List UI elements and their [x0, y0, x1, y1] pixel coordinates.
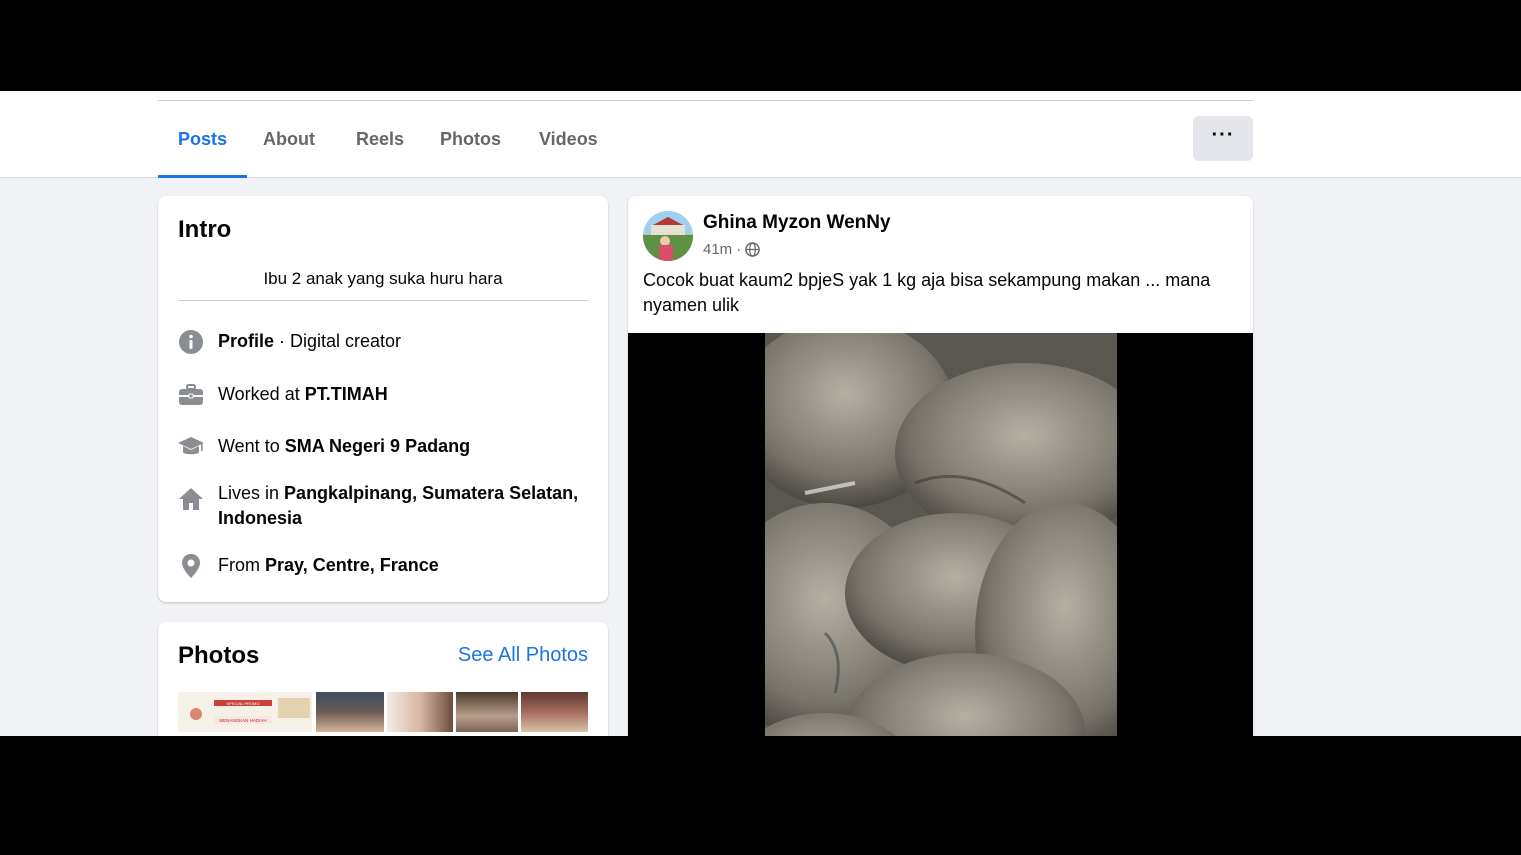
home-icon — [178, 486, 204, 512]
photo-thumbnail[interactable]: SPECIAL PROMO MENANGKAN HADIAH — [178, 692, 312, 732]
hometown-prefix: From — [218, 555, 265, 575]
tab-about[interactable]: About — [243, 101, 335, 177]
info-icon — [178, 329, 204, 355]
post-timestamp[interactable]: 41m — [703, 241, 732, 258]
intro-card: Intro Ibu 2 anak yang suka huru hara Pro… — [158, 196, 608, 602]
promo-thumb-text-1: SPECIAL PROMO — [227, 701, 260, 706]
tab-posts[interactable]: Posts — [158, 101, 248, 178]
profile-tab-bar: Posts About Reels Photos Videos ··· — [0, 91, 1521, 178]
see-all-photos-link[interactable]: See All Photos — [458, 644, 588, 667]
education-prefix: Went to — [218, 436, 285, 456]
photo-thumbnail[interactable] — [316, 692, 384, 732]
video-frame — [765, 333, 1117, 736]
intro-title: Intro — [178, 216, 232, 243]
profile-label[interactable]: Profile — [218, 331, 274, 351]
profile-page: Posts About Reels Photos Videos ··· Intr… — [0, 91, 1521, 736]
post-meta: 41m · — [703, 241, 760, 258]
tab-reels[interactable]: Reels — [336, 101, 424, 177]
post-card: Ghina Myzon WenNy 41m · Cocok buat kaum2… — [628, 196, 1253, 736]
more-options-button[interactable]: ··· — [1193, 116, 1253, 161]
post-author-name[interactable]: Ghina Myzon WenNy — [703, 212, 891, 234]
intro-divider — [178, 300, 588, 301]
photos-title: Photos — [178, 642, 260, 669]
meta-separator: · — [736, 241, 742, 258]
tab-photos[interactable]: Photos — [420, 101, 521, 177]
photo-thumbnail[interactable] — [521, 692, 588, 732]
tab-videos[interactable]: Videos — [519, 101, 618, 177]
location-pin-icon — [178, 553, 204, 579]
intro-bio: Ibu 2 anak yang suka huru hara — [263, 269, 503, 288]
work-place[interactable]: PT.TIMAH — [305, 384, 388, 404]
promo-thumb-text-2: MENANGKAN HADIAH — [219, 718, 266, 723]
globe-icon — [745, 242, 760, 257]
residence-prefix: Lives in — [218, 483, 285, 503]
more-horizontal-icon: ··· — [1211, 123, 1235, 146]
profile-category: · Digital creator — [274, 331, 402, 351]
graduation-cap-icon — [178, 434, 204, 460]
briefcase-icon — [178, 382, 204, 408]
school-name[interactable]: SMA Negeri 9 Padang — [285, 436, 470, 456]
photo-thumbnail[interactable] — [456, 692, 518, 732]
post-video[interactable] — [628, 333, 1253, 736]
hometown-place[interactable]: Pray, Centre, France — [265, 555, 439, 575]
photo-thumbnail[interactable] — [387, 692, 453, 732]
photos-card: Photos See All Photos SPECIAL PROMO MENA… — [158, 622, 608, 736]
work-prefix: Worked at — [218, 384, 305, 404]
post-text: Cocok buat kaum2 bpjeS yak 1 kg aja bisa… — [643, 270, 1211, 315]
avatar[interactable] — [643, 211, 693, 261]
